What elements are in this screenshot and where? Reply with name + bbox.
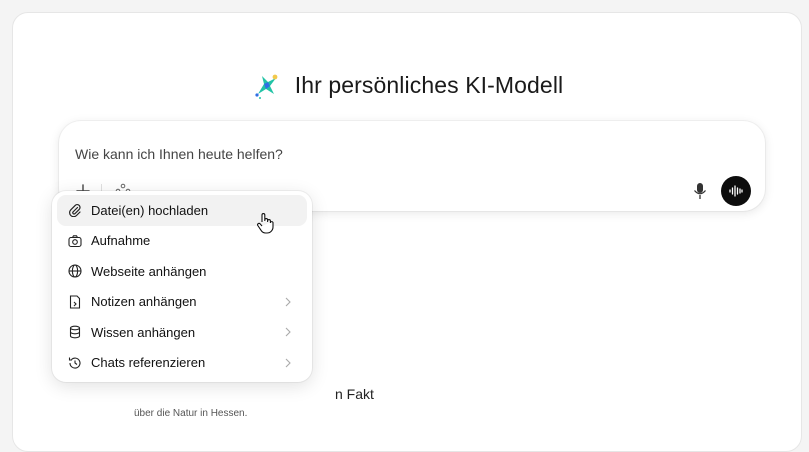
suggestion-card-subtitle: über die Natur in Hessen. (134, 408, 248, 419)
menu-item-label: Notizen anhängen (91, 294, 197, 310)
history-icon (68, 356, 82, 370)
microphone-icon (694, 183, 706, 199)
menu-item-reference-chats[interactable]: Chats referenzieren (57, 348, 307, 379)
chevron-right-icon (283, 295, 293, 309)
globe-icon (68, 264, 82, 278)
database-icon (68, 325, 82, 339)
hand-pointer-cursor-icon (257, 213, 274, 234)
chevron-right-icon (283, 325, 293, 339)
prompt-input[interactable] (75, 146, 675, 162)
menu-item-attach-notes[interactable]: Notizen anhängen (57, 287, 307, 318)
hero-header: Ihr persönliches KI-Modell (13, 69, 801, 101)
voice-mode-button[interactable] (721, 176, 751, 206)
menu-item-label: Chats referenzieren (91, 355, 206, 371)
suggestion-card-title[interactable]: n Fakt (335, 386, 374, 402)
camera-icon (68, 234, 82, 248)
menu-item-attach-knowledge[interactable]: Wissen anhängen (57, 317, 307, 348)
note-icon (68, 295, 82, 309)
menu-item-label: Wissen anhängen (91, 324, 196, 340)
menu-item-label: Webseite anhängen (91, 263, 207, 279)
model-logo-icon (251, 69, 283, 101)
waveform-icon (729, 185, 743, 197)
microphone-button[interactable] (689, 180, 711, 202)
paperclip-icon (68, 203, 82, 218)
chevron-right-icon (283, 356, 293, 370)
menu-item-label: Aufnahme (91, 233, 151, 249)
menu-item-attach-website[interactable]: Webseite anhängen (57, 256, 307, 287)
page-title: Ihr persönliches KI-Modell (294, 71, 564, 98)
menu-item-label: Datei(en) hochladen (91, 202, 209, 218)
